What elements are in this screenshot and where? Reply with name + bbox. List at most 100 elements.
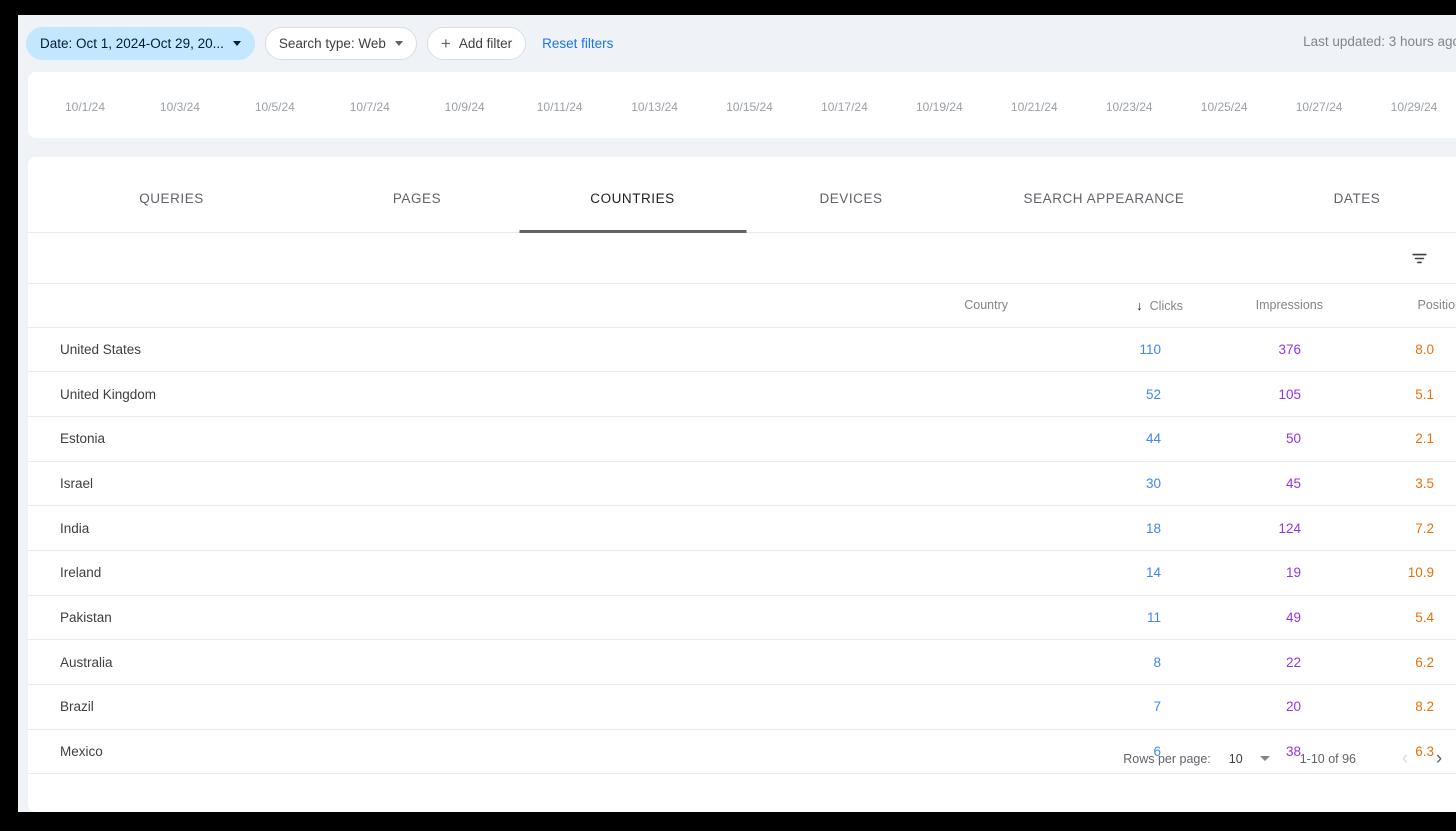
performance-table: Country ↓ Clicks Impressions Position Uni… [28, 284, 1456, 775]
screen: Date: Oct 1, 2024-Oct 29, 20... Search t… [0, 0, 1456, 831]
x-axis-tick-label: 10/29/24 [1390, 100, 1438, 114]
column-header-clicks-label: Clicks [1149, 298, 1183, 313]
rows-per-page-select[interactable]: 10 [1229, 752, 1270, 766]
cell-clicks: 52 [1008, 371, 1183, 417]
x-axis-tick-label: 10/23/24 [1105, 100, 1153, 114]
x-axis-tick-label: 10/25/24 [1200, 100, 1248, 114]
table-row[interactable]: Pakistan 11 49 5.4 [28, 595, 1456, 641]
cell-country: India [28, 505, 1008, 551]
x-axis-tick-label: 10/15/24 [726, 100, 773, 114]
dimension-tabs: QUERIES PAGES COUNTRIES DEVICES SEARCH APPEA… [28, 157, 1456, 233]
chart-x-axis: 10/1/24 10/3/24 10/5/24 10/7/24 10/9/24 10/11… [28, 72, 1456, 138]
cell-position: 10.9 [1323, 550, 1456, 596]
previous-page-button[interactable]: ‹ [1388, 742, 1422, 776]
tab-dates[interactable]: DATES [1252, 157, 1456, 233]
search-type-filter-chip[interactable]: Search type: Web [264, 27, 417, 60]
table-row[interactable]: Estonia 44 50 2.1 [28, 416, 1456, 462]
date-filter-label: Date: Oct 1, 2024-Oct 29, 20... [40, 36, 224, 51]
filters-toolbar: Date: Oct 1, 2024-Oct 29, 20... Search t… [18, 15, 1456, 72]
column-header-impressions[interactable]: Impressions [1183, 284, 1323, 328]
cell-clicks: 30 [1008, 461, 1183, 507]
chevron-down-icon [1259, 756, 1270, 761]
cell-impressions: 22 [1183, 639, 1323, 685]
cell-impressions: 19 [1183, 550, 1323, 596]
x-axis-tick-label: 10/5/24 [254, 100, 295, 114]
chevron-down-icon [232, 41, 241, 46]
table-row[interactable]: Ireland 14 19 10.9 [28, 550, 1456, 596]
x-axis-tick-label: 10/7/24 [349, 100, 390, 114]
cell-clicks: 7 [1008, 684, 1183, 730]
table-row[interactable]: United Kingdom 52 105 5.1 [28, 371, 1456, 417]
x-axis-tick-label: 10/19/24 [915, 100, 963, 114]
cell-country: United States [28, 327, 1008, 373]
cell-clicks: 110 [1008, 327, 1183, 373]
tab-search-appearance[interactable]: SEARCH APPEARANCE [956, 157, 1252, 233]
cell-position: 5.4 [1323, 595, 1456, 641]
add-filter-button[interactable]: + Add filter [426, 27, 527, 60]
table-row[interactable]: Israel 30 45 3.5 [28, 461, 1456, 507]
x-axis-tick-label: 10/11/24 [536, 100, 583, 114]
cell-impressions: 124 [1183, 505, 1323, 551]
cell-clicks: 8 [1008, 639, 1183, 685]
x-axis-tick-label: 10/27/24 [1295, 100, 1343, 114]
rows-per-page-label: Rows per page: [1123, 751, 1211, 766]
column-header-position[interactable]: Position [1323, 284, 1456, 328]
date-filter-chip[interactable]: Date: Oct 1, 2024-Oct 29, 20... [26, 27, 255, 60]
last-updated-text: Last updated: 3 hours ago [1303, 34, 1456, 49]
search-console-performance-page: Date: Oct 1, 2024-Oct 29, 20... Search t… [18, 15, 1456, 812]
cell-impressions: 105 [1183, 371, 1323, 417]
x-axis-tick-label: 10/3/24 [159, 100, 200, 114]
cell-position: 5.1 [1323, 371, 1456, 417]
x-axis-tick-label: 10/13/24 [631, 100, 678, 114]
cell-country: Brazil [28, 684, 1008, 730]
filter-list-icon[interactable] [1404, 243, 1434, 273]
cell-impressions: 20 [1183, 684, 1323, 730]
dimension-table-card: QUERIES PAGES COUNTRIES DEVICES SEARCH APPEA… [28, 157, 1456, 812]
table-row[interactable]: India 18 124 7.2 [28, 505, 1456, 551]
cell-impressions: 45 [1183, 461, 1323, 507]
cell-impressions: 49 [1183, 595, 1323, 641]
tab-countries[interactable]: COUNTRIES [519, 157, 746, 233]
add-filter-label: Add filter [458, 36, 513, 51]
next-page-button[interactable]: › [1422, 742, 1456, 776]
x-axis-tick-label: 10/9/24 [444, 100, 485, 114]
performance-chart-card: 10/1/24 10/3/24 10/5/24 10/7/24 10/9/24 10/11… [28, 72, 1456, 138]
sort-descending-icon: ↓ [1136, 297, 1143, 313]
cell-position: 8.0 [1323, 327, 1456, 373]
cell-country: Estonia [28, 416, 1008, 462]
cell-country: Australia [28, 639, 1008, 685]
x-axis-tick-label: 10/21/24 [1010, 100, 1058, 114]
tab-devices[interactable]: DEVICES [746, 157, 956, 233]
cell-clicks: 14 [1008, 550, 1183, 596]
pagination-range-label: 1-10 of 96 [1299, 751, 1356, 766]
cell-position: 7.2 [1323, 505, 1456, 551]
rows-per-page-value: 10 [1228, 751, 1243, 766]
column-header-country[interactable]: Country [28, 284, 1008, 328]
table-row[interactable]: Brazil 7 20 8.2 [28, 684, 1456, 730]
table-pagination: Rows per page: 10 1-10 of 96 ‹ › [28, 732, 1456, 785]
cell-position: 2.1 [1323, 416, 1456, 462]
table-header-row: Country ↓ Clicks Impressions Position [28, 284, 1456, 328]
cell-country: Israel [28, 461, 1008, 507]
plus-icon: + [440, 34, 451, 53]
table-header: Country ↓ Clicks Impressions Position [28, 284, 1456, 328]
x-axis-tick-label: 10/1/24 [64, 100, 106, 114]
cell-clicks: 44 [1008, 416, 1183, 462]
chevron-down-icon [394, 41, 403, 46]
cell-clicks: 18 [1008, 505, 1183, 551]
x-axis-tick-label: 10/17/24 [821, 100, 868, 114]
table-row[interactable]: United States 110 376 8.0 [28, 327, 1456, 373]
cell-impressions: 376 [1183, 327, 1323, 373]
search-type-label: Search type: Web [278, 36, 386, 51]
tab-pages[interactable]: PAGES [315, 157, 519, 233]
cell-impressions: 50 [1183, 416, 1323, 462]
column-header-clicks[interactable]: ↓ Clicks [1008, 284, 1183, 328]
reset-filters-link[interactable]: Reset filters [542, 36, 613, 51]
cell-position: 8.2 [1323, 684, 1456, 730]
tab-queries[interactable]: QUERIES [28, 157, 315, 233]
table-row[interactable]: Australia 8 22 6.2 [28, 639, 1456, 685]
table-body: United States 110 376 8.0 United Kingdom 52 10… [28, 327, 1456, 775]
cell-country: Ireland [28, 550, 1008, 596]
table-filter-bar [28, 233, 1456, 284]
cell-position: 6.2 [1323, 639, 1456, 685]
